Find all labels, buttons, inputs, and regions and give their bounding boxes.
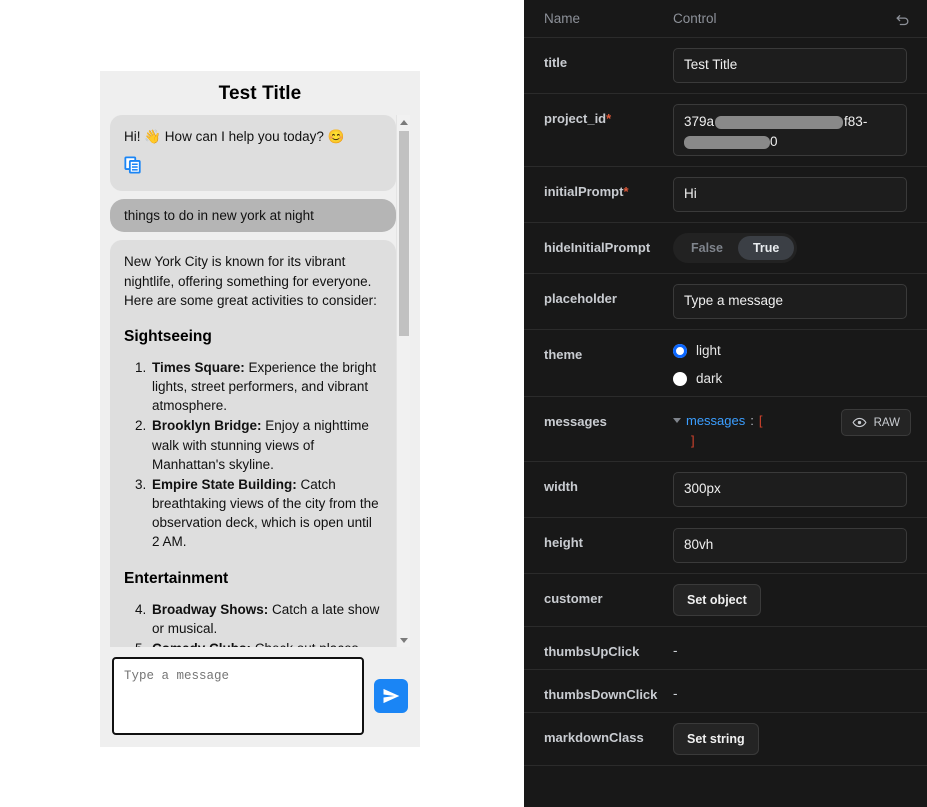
prop-row-theme: theme light dark bbox=[524, 330, 927, 397]
prop-label-title: title bbox=[544, 55, 568, 70]
theme-radio-light[interactable]: light bbox=[673, 343, 722, 358]
prop-label-height: height bbox=[544, 535, 583, 551]
raw-toggle-button[interactable]: RAW bbox=[840, 409, 911, 436]
width-input[interactable] bbox=[673, 472, 907, 508]
preview-area: Test Title Hi! 👋 How can I help you toda… bbox=[0, 0, 524, 807]
json-colon: : bbox=[750, 413, 754, 428]
radio-selected-icon bbox=[673, 343, 687, 358]
prop-row-markdown-class: markdownClass Set string bbox=[524, 713, 927, 767]
user-message-bubble: things to do in new york at night bbox=[110, 199, 396, 233]
prop-label-hide-initial-prompt: hideInitialPrompt bbox=[544, 240, 651, 255]
prop-label-customer: customer bbox=[544, 591, 603, 607]
greeting-text: Hi! 👋 How can I help you today? 😊 bbox=[124, 129, 345, 144]
list-item: Empire State Building: Catch breathtakin… bbox=[150, 475, 382, 552]
prop-row-title: title bbox=[524, 38, 927, 94]
placeholder-input[interactable] bbox=[673, 284, 907, 319]
json-key-messages: messages bbox=[686, 413, 746, 428]
copy-icon[interactable] bbox=[124, 156, 142, 174]
redaction-bar bbox=[684, 135, 770, 149]
list-item: Comedy Clubs: Check out places like The … bbox=[150, 639, 382, 647]
theme-radio-dark[interactable]: dark bbox=[673, 371, 722, 386]
composer bbox=[100, 647, 420, 735]
prop-label-markdown-class: markdownClass bbox=[544, 730, 644, 746]
toggle-option-false[interactable]: False bbox=[676, 236, 738, 260]
prop-label-thumbs-up-click: thumbsUpClick bbox=[544, 644, 640, 660]
json-open-bracket: [ bbox=[758, 413, 763, 428]
prop-row-project-id: project_id* 379a f83- 0 bbox=[524, 94, 927, 167]
message-input[interactable] bbox=[112, 657, 364, 735]
list-item-term: Brooklyn Bridge: bbox=[152, 418, 262, 434]
prop-label-width: width bbox=[544, 479, 578, 495]
chat-widget: Test Title Hi! 👋 How can I help you toda… bbox=[100, 71, 420, 747]
project-id-line-1: 379a f83- bbox=[684, 114, 868, 129]
chat-title: Test Title bbox=[218, 83, 302, 104]
message-list-scrollbar[interactable] bbox=[396, 115, 410, 647]
project-id-line-2: 0 bbox=[684, 131, 896, 153]
assistant-greeting-bubble: Hi! 👋 How can I help you today? 😊 bbox=[110, 115, 396, 192]
prop-label-initial-prompt: initialPrompt* bbox=[544, 184, 629, 199]
list-item-term: Empire State Building: bbox=[152, 476, 297, 492]
prop-row-placeholder: placeholder bbox=[524, 274, 927, 330]
prop-row-width: width bbox=[524, 462, 927, 519]
chevron-down-icon[interactable] bbox=[673, 418, 681, 423]
prop-label-project-id: project_id* bbox=[544, 111, 612, 126]
prop-row-hide-initial-prompt: hideInitialPrompt False True bbox=[524, 223, 927, 274]
properties-panel: Name Control title project_id* 379 bbox=[524, 0, 927, 807]
required-marker: * bbox=[623, 184, 629, 199]
section-heading-sightseeing: Sightseeing bbox=[124, 327, 212, 345]
prop-row-messages: messages messages : [ ] RAW bbox=[524, 397, 927, 463]
column-header-name: Name bbox=[544, 11, 581, 26]
list-item-term: Times Square: bbox=[152, 359, 245, 375]
initial-prompt-input[interactable] bbox=[673, 177, 907, 212]
screen: Test Title Hi! 👋 How can I help you toda… bbox=[0, 0, 927, 807]
list-item-term: Comedy Clubs: bbox=[152, 641, 251, 647]
list-item-term: Broadway Shows: bbox=[152, 601, 269, 617]
scroll-up-arrow-icon[interactable] bbox=[397, 115, 410, 129]
list-item: Times Square: Experience the bright ligh… bbox=[150, 358, 382, 415]
messages-json-view: messages : [ ] bbox=[673, 407, 763, 451]
message-list: Hi! 👋 How can I help you today? 😊 things… bbox=[110, 115, 410, 647]
list-item: Brooklyn Bridge: Enjoy a nighttime walk … bbox=[150, 416, 382, 473]
prop-label-messages: messages bbox=[544, 414, 607, 429]
sightseeing-list: Times Square: Experience the bright ligh… bbox=[124, 358, 382, 552]
prop-row-customer: customer Set object bbox=[524, 574, 927, 628]
raw-label: RAW bbox=[873, 416, 900, 429]
required-marker: * bbox=[606, 111, 612, 126]
eye-icon bbox=[852, 417, 867, 428]
scroll-down-arrow-icon[interactable] bbox=[397, 633, 410, 647]
thumbs-down-click-value: - bbox=[673, 686, 678, 702]
theme-radio-group: light dark bbox=[673, 340, 722, 386]
set-string-button[interactable]: Set string bbox=[673, 723, 759, 756]
prop-row-initial-prompt: initialPrompt* bbox=[524, 167, 927, 223]
assistant-answer-bubble: New York City is known for its vibrant n… bbox=[110, 240, 396, 647]
title-input[interactable] bbox=[673, 48, 907, 83]
redaction-bar bbox=[715, 115, 844, 129]
list-item: Broadway Shows: Catch a late show or mus… bbox=[150, 600, 382, 638]
height-input[interactable] bbox=[673, 528, 907, 564]
scrollbar-thumb[interactable] bbox=[399, 131, 409, 336]
hide-initial-prompt-toggle[interactable]: False True bbox=[673, 233, 798, 263]
prop-row-thumbs-up-click: thumbsUpClick - bbox=[524, 627, 927, 671]
thumbs-up-click-value: - bbox=[673, 643, 678, 659]
project-id-input[interactable]: 379a f83- 0 bbox=[673, 104, 907, 156]
send-paper-plane-icon bbox=[383, 688, 400, 704]
properties-header: Name Control bbox=[524, 0, 927, 38]
prop-label-thumbs-down-click: thumbsDownClick bbox=[544, 687, 658, 703]
undo-icon[interactable] bbox=[894, 10, 911, 27]
column-header-control: Control bbox=[673, 11, 717, 26]
json-close-bracket: ] bbox=[691, 433, 695, 449]
entertainment-list: Broadway Shows: Catch a late show or mus… bbox=[124, 600, 382, 648]
send-button[interactable] bbox=[374, 679, 408, 713]
set-object-button[interactable]: Set object bbox=[673, 584, 761, 617]
section-heading-entertainment: Entertainment bbox=[124, 569, 229, 587]
prop-label-placeholder: placeholder bbox=[544, 291, 617, 306]
answer-intro: New York City is known for its vibrant n… bbox=[124, 254, 377, 308]
radio-unselected-icon bbox=[673, 371, 687, 386]
toggle-option-true[interactable]: True bbox=[737, 236, 795, 260]
prop-row-thumbs-down-click: thumbsDownClick - bbox=[524, 670, 927, 714]
prop-label-theme: theme bbox=[544, 347, 583, 362]
prop-row-height: height bbox=[524, 518, 927, 575]
